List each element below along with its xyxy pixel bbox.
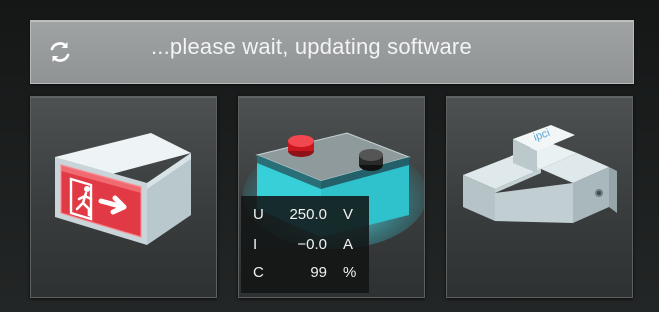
current-symbol: I bbox=[253, 236, 258, 253]
current-unit: A bbox=[343, 236, 354, 253]
din-rail-module-icon: ipci bbox=[463, 125, 617, 223]
voltage-row: U 250.0 V bbox=[241, 206, 369, 230]
voltage-unit: V bbox=[343, 206, 354, 223]
capacity-value: 99 bbox=[310, 264, 327, 281]
refresh-icon bbox=[50, 42, 70, 62]
battery-readout: U 250.0 V I −0.0 A C 99 % bbox=[241, 196, 369, 293]
current-value: −0.0 bbox=[297, 236, 327, 253]
status-message: ...please wait, updating software bbox=[151, 34, 472, 59]
status-bar: ...please wait, updating software bbox=[30, 20, 634, 84]
capacity-row: C 99 % bbox=[241, 264, 369, 288]
voltage-symbol: U bbox=[253, 206, 264, 223]
exit-sign-icon bbox=[55, 133, 191, 245]
device-tile-exit-light[interactable] bbox=[30, 96, 217, 298]
voltage-value: 250.0 bbox=[289, 206, 327, 223]
device-tile-din-module[interactable]: ipci bbox=[446, 96, 633, 298]
capacity-unit: % bbox=[343, 264, 357, 281]
current-row: I −0.0 A bbox=[241, 236, 369, 260]
capacity-symbol: C bbox=[253, 264, 264, 281]
app-screen: ...please wait, updating software ipci U… bbox=[0, 0, 659, 312]
